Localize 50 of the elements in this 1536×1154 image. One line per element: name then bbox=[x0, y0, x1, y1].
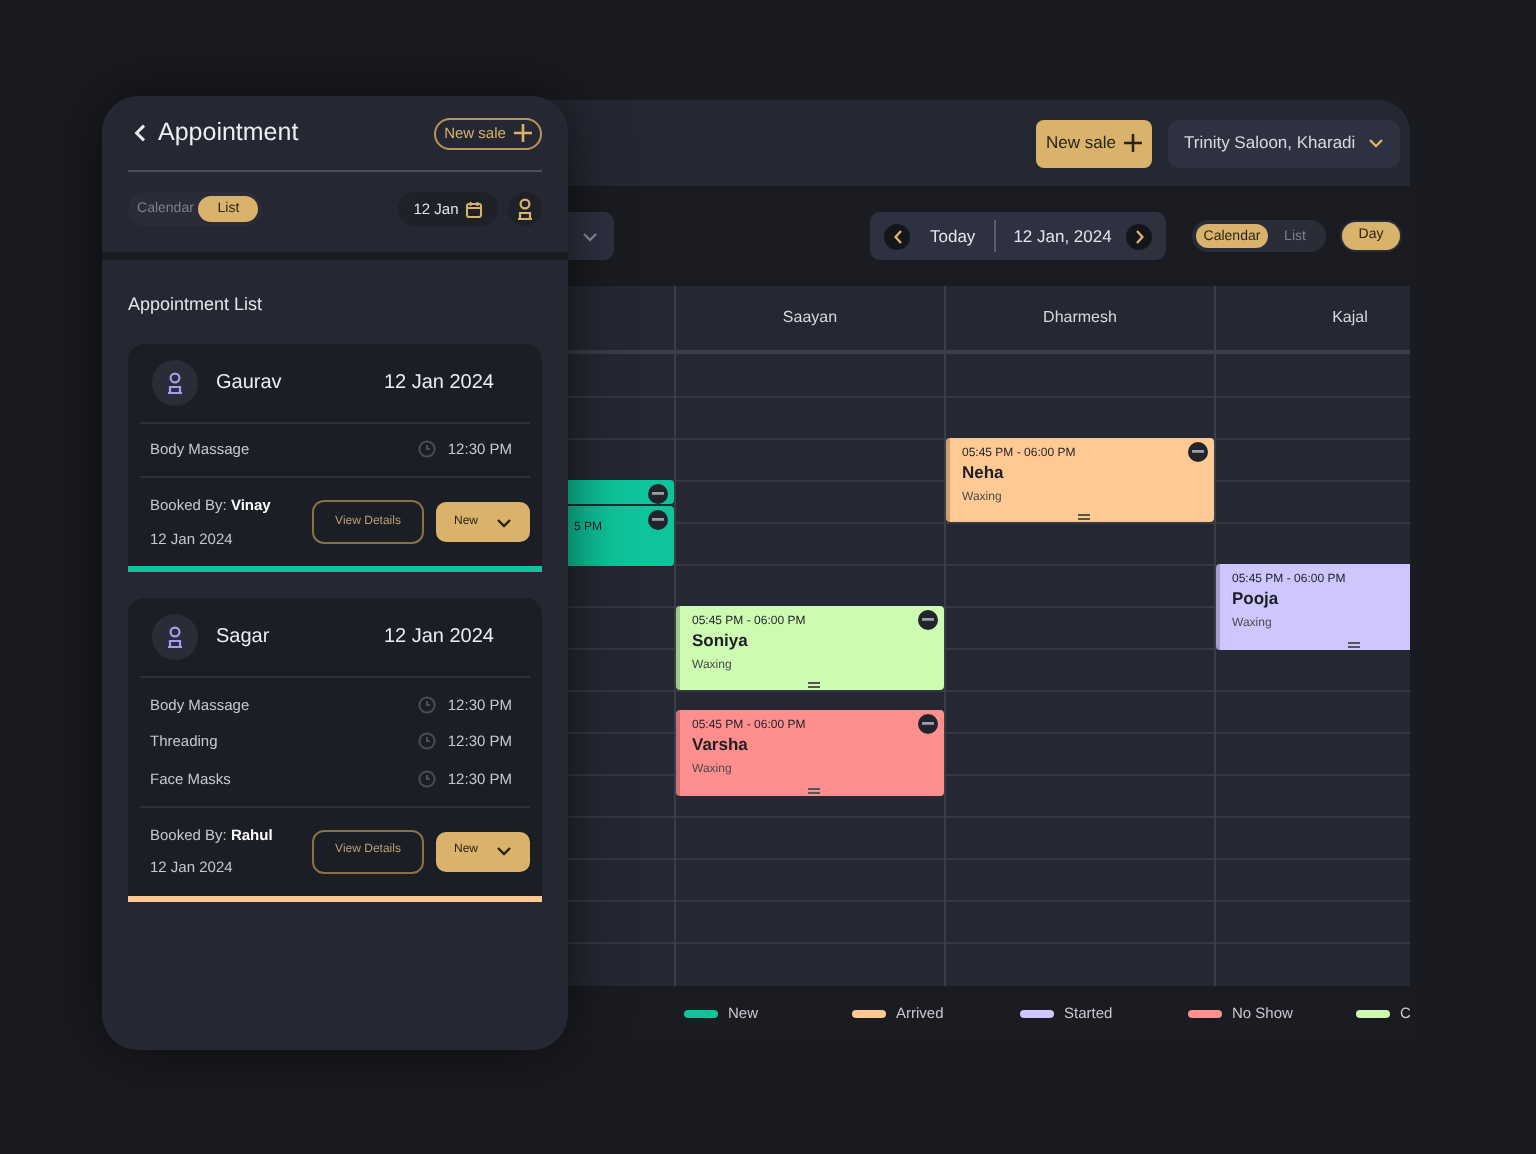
minus-icon bbox=[922, 618, 934, 622]
chevron-down-icon bbox=[496, 517, 512, 527]
customer-name: Gaurav bbox=[216, 369, 282, 397]
appointment-date: 12 Jan 2024 bbox=[383, 624, 494, 652]
staff-filter-button[interactable] bbox=[508, 192, 542, 226]
appointment-date: 12 Jan 2024 bbox=[383, 369, 494, 397]
clock-icon bbox=[417, 769, 436, 788]
customer-name: Varsha bbox=[692, 734, 750, 756]
customer-name: Pooja bbox=[1232, 588, 1281, 610]
previous-button[interactable] bbox=[884, 223, 910, 249]
column-header: Dharmesh bbox=[1043, 306, 1117, 330]
customer-name: Neha bbox=[962, 462, 1006, 484]
chevron-down-icon bbox=[1368, 138, 1384, 148]
calendar-icon bbox=[466, 201, 483, 217]
next-button[interactable] bbox=[1126, 223, 1152, 249]
chevron-left-icon bbox=[893, 229, 901, 243]
person-icon bbox=[166, 626, 184, 648]
drag-handle-icon bbox=[808, 788, 820, 794]
minus-icon bbox=[652, 492, 664, 496]
remove-button[interactable] bbox=[918, 714, 938, 734]
minus-icon bbox=[922, 722, 934, 726]
new-sale-button[interactable]: New sale bbox=[1036, 119, 1152, 167]
drag-handle-icon bbox=[1348, 642, 1360, 648]
drag-handle-icon bbox=[808, 682, 820, 688]
remove-button[interactable] bbox=[1188, 442, 1208, 462]
remove-button[interactable] bbox=[648, 484, 668, 504]
panel-title: Appointment bbox=[158, 116, 299, 151]
chevron-down-icon bbox=[496, 846, 512, 856]
clock-icon bbox=[417, 732, 436, 751]
column-header: Kajal bbox=[1332, 306, 1368, 330]
remove-button[interactable] bbox=[918, 610, 938, 630]
person-icon bbox=[516, 198, 534, 220]
remove-button[interactable] bbox=[648, 510, 668, 530]
date-label: 12 Jan, 2024 bbox=[1013, 223, 1112, 249]
location-dropdown[interactable]: Trinity Saloon, Kharadi bbox=[1168, 119, 1400, 167]
section-title: Appointment List bbox=[128, 292, 265, 318]
clock-icon bbox=[417, 695, 436, 714]
customer-name: Sagar bbox=[216, 624, 270, 652]
minus-icon bbox=[652, 518, 664, 522]
column-header: Saayan bbox=[782, 306, 838, 330]
clock-icon bbox=[417, 440, 436, 459]
person-icon bbox=[166, 371, 184, 393]
minus-icon bbox=[1192, 450, 1204, 454]
plus-icon bbox=[1123, 134, 1142, 152]
chevron-right-icon bbox=[1135, 229, 1143, 243]
drag-handle-icon bbox=[1078, 514, 1090, 520]
plus-icon bbox=[513, 124, 532, 142]
customer-name: Soniya bbox=[692, 630, 750, 652]
chevron-down-icon bbox=[582, 231, 598, 241]
today-button[interactable]: Today bbox=[930, 223, 976, 249]
